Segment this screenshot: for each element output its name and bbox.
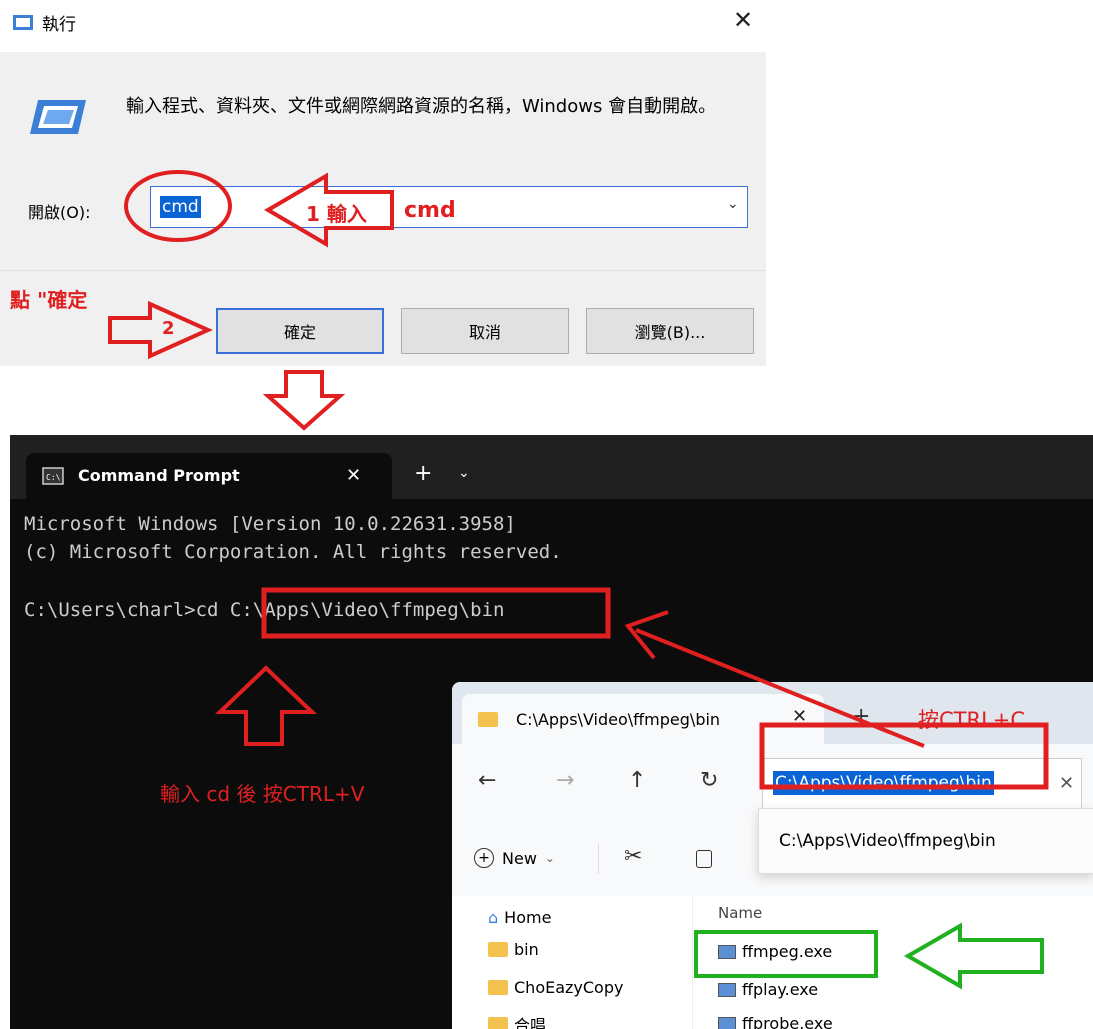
step1-text: cmd: [404, 198, 456, 223]
step2-arrow-icon: [108, 300, 213, 360]
run-annotations: [108, 170, 394, 431]
step2-number: 2: [162, 318, 175, 339]
ffmpeg-highlight-box: [694, 930, 878, 978]
copy-arrow-line: [635, 628, 925, 748]
paste-hint: 輸入 cd 後 按CTRL+V: [160, 782, 365, 806]
cmd-circle: [124, 170, 232, 242]
lower-annotations: [215, 587, 1049, 990]
path-highlight-box: [261, 587, 611, 639]
address-highlight-box: [759, 722, 1049, 790]
ffmpeg-arrow-icon: [903, 922, 1044, 990]
up-arrow-icon: [215, 665, 317, 746]
copy-hint: 按CTRL+C: [918, 708, 1026, 732]
down-arrow-icon: [262, 370, 346, 431]
step2-caption: 點 "確定: [10, 288, 88, 312]
step1-number: 1 輸入: [306, 202, 367, 226]
